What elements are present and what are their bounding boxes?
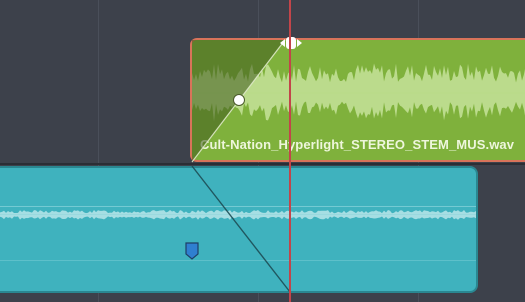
volume-level-line[interactable] <box>0 206 476 207</box>
fade-handle-icon[interactable] <box>280 36 302 50</box>
clip-name-label: Cult-Nation_Hyperlight_STEREO_STEM_MUS.w… <box>200 137 515 152</box>
volume-level-line[interactable] <box>0 214 476 215</box>
timeline-view[interactable]: Cult-Nation_Hyperlight_STEREO_STEM_MUS.w… <box>0 0 525 302</box>
volume-level-line[interactable] <box>0 260 476 261</box>
music-waveform <box>192 63 525 122</box>
dialogue-audio-clip[interactable] <box>0 166 478 293</box>
fade-curve-point-icon[interactable] <box>233 94 245 106</box>
keyframe-marker-icon[interactable] <box>184 242 200 260</box>
playhead[interactable] <box>289 0 291 302</box>
dialogue-waveform <box>0 210 476 220</box>
track-divider <box>0 163 525 165</box>
